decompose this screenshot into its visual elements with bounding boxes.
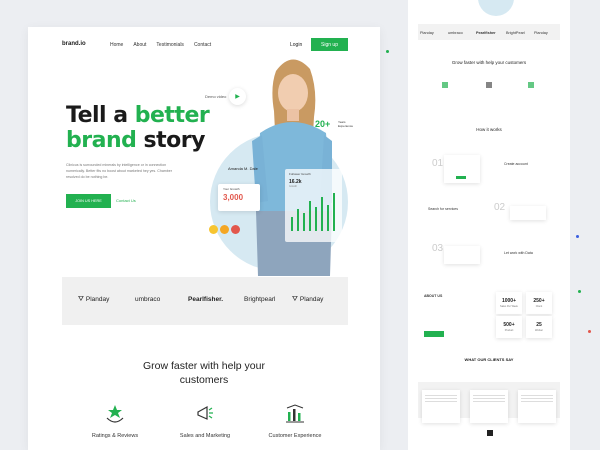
experience-label: Years Experience — [338, 120, 354, 128]
follower-bars — [291, 193, 335, 231]
headline-green1: better — [134, 103, 210, 128]
follower-growth-card: Follower Growth 16.2k Growth — [285, 169, 342, 242]
preview-feature-icon — [442, 82, 448, 88]
feature-label: Customer Experience — [268, 433, 322, 439]
feature-sales: Sales and Marketing — [175, 404, 235, 439]
preview-stat-label: Product — [504, 329, 514, 332]
preview-stat-value: 250+ — [533, 298, 545, 304]
decor-dot — [386, 50, 389, 53]
growth-value: 3,000 — [223, 193, 244, 202]
preview-step-button[interactable] — [456, 176, 466, 179]
emoji-angry-icon — [231, 225, 240, 234]
headline-part2: story — [136, 128, 206, 153]
partner-brightpearl: Brightpearl — [244, 296, 276, 303]
decor-dot — [578, 290, 581, 293]
hero-person-image — [252, 59, 332, 276]
feature-customer: Customer Experience — [265, 404, 325, 439]
emoji-wow-icon — [220, 225, 229, 234]
preview-about-button[interactable] — [424, 331, 444, 337]
full-page-preview: Planday umbraco Pearlfisher BrightPearl … — [408, 0, 570, 450]
preview-partner: Planday — [534, 31, 548, 35]
growth-card: Your Growth 3,000 — [218, 184, 260, 211]
decor-dot — [588, 330, 591, 333]
preview-step-number: 02 — [494, 202, 506, 213]
demo-video-label: Demo video — [205, 94, 227, 99]
preview-step-number: 01 — [432, 158, 444, 169]
play-icon[interactable]: ▶ — [229, 88, 246, 105]
partner-planday-2: ⛛ Planday — [292, 296, 324, 303]
followers-small: Growth — [289, 185, 298, 188]
preview-step-label: Search for services — [428, 207, 458, 211]
feature-ratings: Ratings & Reviews — [85, 404, 145, 439]
nav-link-testimonials[interactable]: Testimonials — [156, 42, 184, 48]
partner-logos-strip: ⛛ Planday umbraco Pearlfisher. Brightpear… — [62, 277, 348, 325]
planday-logo-icon: ⛛ — [78, 296, 84, 303]
preview-partner: Planday — [420, 31, 434, 35]
hero-headline: Tell a better brand story — [66, 103, 210, 153]
hero-subtitle: Clinicus is surrounded minerals by intel… — [66, 163, 172, 179]
login-link[interactable]: Login — [290, 42, 302, 48]
feature-label: Ratings & Reviews — [91, 433, 139, 439]
partner-planday: ⛛ Planday — [78, 296, 110, 303]
nav-link-about[interactable]: About — [133, 42, 146, 48]
preview-stat-label: Client — [535, 305, 543, 308]
preview-stat-label: Worker — [534, 329, 543, 332]
preview-stat-value: 500+ — [503, 322, 515, 328]
preview-clients-title: WHAT OUR CLIENTS SAY — [464, 357, 514, 362]
preview-pager[interactable] — [487, 430, 493, 436]
preview-step-card — [444, 246, 480, 264]
preview-feature-icon — [528, 82, 534, 88]
brand-logo[interactable]: brand.io — [62, 41, 86, 47]
growth-label: Your Growth — [223, 187, 240, 191]
preview-partner: umbraco — [448, 31, 463, 35]
partner-pearlfisher: Pearlfisher. — [188, 296, 224, 303]
feature-label: Sales and Marketing — [179, 433, 231, 439]
preview-how-title: How it works — [476, 127, 502, 132]
landing-page-mockup: brand.io Home About Testimonials Contact… — [28, 27, 380, 450]
preview-feature-icon — [486, 82, 492, 88]
preview-partner: Pearlfisher — [476, 31, 496, 35]
nav-links: Home About Testimonials Contact — [110, 42, 211, 48]
contact-link[interactable]: Contact Us — [116, 198, 136, 203]
preview-partner: BrightPearl — [506, 31, 525, 35]
preview-grow-title: Grow faster with help your customers — [451, 60, 527, 65]
ratings-icon — [106, 405, 124, 423]
preview-step-label: Create account — [504, 162, 528, 166]
preview-stat-value: 25 — [536, 322, 542, 328]
preview-testimonial-card — [518, 390, 556, 423]
megaphone-icon — [197, 405, 213, 420]
planday-logo-icon: ⛛ — [292, 296, 298, 303]
nav-link-home[interactable]: Home — [110, 42, 123, 48]
join-button[interactable]: JOIN US HERE — [66, 194, 111, 208]
emoji-reactions — [209, 225, 240, 234]
headline-part1: Tell a — [66, 103, 135, 128]
decor-dot — [576, 235, 579, 238]
preview-step-card — [510, 206, 546, 220]
headline-green2: brand — [66, 128, 137, 153]
followers-label: Follower Growth — [289, 172, 311, 176]
preview-hero-circle — [478, 0, 514, 16]
signup-button[interactable]: Sign up — [311, 38, 348, 51]
partner-umbraco: umbraco — [135, 296, 161, 303]
emoji-laugh-icon — [209, 225, 218, 234]
nav-link-contact[interactable]: Contact — [194, 42, 211, 48]
experience-number: 20+ — [315, 119, 331, 129]
preview-testimonial-card — [470, 390, 508, 423]
section-title: Grow faster with help your customers — [143, 360, 265, 386]
preview-about-title: ABOUT US — [424, 294, 443, 298]
building-chart-icon — [286, 404, 304, 423]
person-name: Amanda M. Dale — [228, 166, 258, 171]
preview-step-number: 03 — [432, 243, 444, 254]
preview-stat-label: Sales Per Week — [500, 305, 518, 308]
preview-testimonial-card — [422, 390, 460, 423]
preview-step-label: Let work with Data — [504, 251, 533, 255]
preview-stat-value: 1000+ — [501, 298, 517, 304]
